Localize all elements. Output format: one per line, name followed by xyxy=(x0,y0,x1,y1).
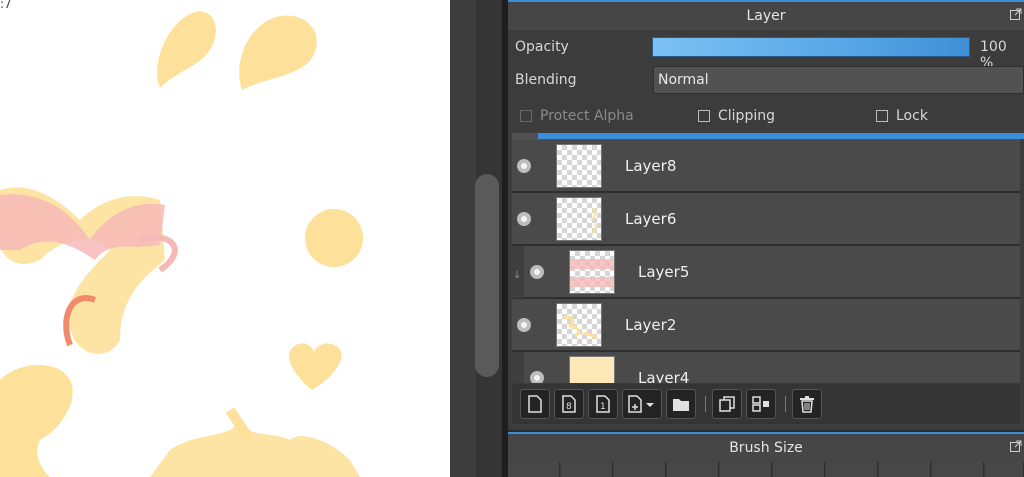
blending-select[interactable]: Normal xyxy=(653,66,1024,94)
brush-size-cell[interactable] xyxy=(667,462,719,477)
merge-down-icon xyxy=(752,396,769,412)
lock-label: Lock xyxy=(896,108,928,124)
layer-row[interactable]: Layer4 xyxy=(512,352,1020,383)
artwork: :7 xyxy=(0,0,363,477)
toolbar-separator xyxy=(705,396,706,412)
brush-size-cell[interactable] xyxy=(773,462,825,477)
new-1bit-layer-button[interactable]: 1 xyxy=(588,389,618,419)
layer-thumbnail xyxy=(556,144,602,188)
popout-icon[interactable] xyxy=(1010,440,1022,452)
clip-indicator xyxy=(512,352,524,383)
thumbnail-art xyxy=(562,315,598,338)
brush-panel-header: Brush Size xyxy=(508,432,1024,462)
brush-size-cell[interactable] xyxy=(720,462,772,477)
layer-name: Layer4 xyxy=(638,369,690,383)
visibility-icon[interactable] xyxy=(517,212,531,226)
brush-size-cell[interactable] xyxy=(614,462,666,477)
thumbnail-art xyxy=(590,207,597,235)
layer-name: Layer2 xyxy=(625,316,677,334)
new-layer-button[interactable] xyxy=(520,389,550,419)
layer-name: Layer5 xyxy=(638,263,690,281)
protect-alpha-label: Protect Alpha xyxy=(540,108,634,124)
new-8bit-layer-icon: 8 xyxy=(562,395,576,413)
layer-thumbnail xyxy=(556,197,602,241)
brush-panel-title: Brush Size xyxy=(729,440,803,456)
clipping-checkbox[interactable]: Clipping xyxy=(698,108,775,124)
layer-panel-title: Layer xyxy=(746,8,786,24)
brush-size-panel: Brush Size xyxy=(508,432,1024,477)
svg-text:8: 8 xyxy=(566,402,572,412)
blending-label: Blending xyxy=(515,72,577,88)
layer-row[interactable]: Layer2 xyxy=(512,299,1020,351)
layer-list-header xyxy=(512,133,1024,140)
visibility-icon[interactable] xyxy=(517,318,531,332)
new-folder-icon xyxy=(673,399,689,411)
clipping-label: Clipping xyxy=(718,108,775,124)
merge-down-button[interactable] xyxy=(746,389,776,419)
delete-layer-button[interactable] xyxy=(792,389,822,419)
clip-arrow-icon: ↓ xyxy=(513,270,522,281)
duplicate-layer-button[interactable] xyxy=(712,389,742,419)
delete-layer-icon xyxy=(800,396,814,413)
layer-thumbnail xyxy=(569,250,615,294)
new-1bit-layer-icon: 1 xyxy=(596,395,610,413)
brush-size-cell[interactable] xyxy=(826,462,878,477)
checkbox-box xyxy=(520,110,532,122)
duplicate-layer-icon xyxy=(719,396,735,412)
clip-indicator: ↓ xyxy=(512,246,524,298)
visibility-icon[interactable] xyxy=(517,159,531,173)
scrollbar-thumb[interactable] xyxy=(475,174,499,377)
brush-size-cell[interactable] xyxy=(561,462,613,477)
visibility-icon[interactable] xyxy=(530,371,544,383)
new-8bit-layer-button[interactable]: 8 xyxy=(554,389,584,419)
new-folder-button[interactable] xyxy=(666,389,696,419)
brush-size-cell[interactable] xyxy=(932,462,984,477)
selection-bar xyxy=(538,133,1024,139)
layer-row[interactable]: Layer6 xyxy=(512,193,1020,245)
add-layer-dropdown-button[interactable] xyxy=(622,389,662,419)
layer-panel-header: Layer xyxy=(508,0,1024,30)
layer-panel: Layer Opacity 100 % Blending Normal Prot… xyxy=(508,0,1024,430)
checkbox-box xyxy=(876,110,888,122)
protect-alpha-checkbox[interactable]: Protect Alpha xyxy=(520,108,634,124)
layer-row[interactable]: ↓ Layer5 xyxy=(512,246,1020,298)
brush-size-cell[interactable] xyxy=(879,462,931,477)
opacity-label: Opacity xyxy=(515,39,569,55)
svg-text:1: 1 xyxy=(600,402,606,412)
layer-toolbar: 8 1 xyxy=(512,384,1020,424)
checkbox-box xyxy=(698,110,710,122)
layer-thumbnail xyxy=(569,356,615,383)
toolbar-separator xyxy=(785,396,786,412)
layer-name: Layer6 xyxy=(625,210,677,228)
brush-size-cell[interactable] xyxy=(508,462,560,477)
add-layer-dropdown-icon xyxy=(628,395,654,413)
visibility-icon[interactable] xyxy=(530,265,544,279)
opacity-slider[interactable] xyxy=(652,37,970,57)
layer-list[interactable]: Layer8 Layer6 ↓ Layer5 Layer2 Layer4 xyxy=(512,140,1020,383)
layer-name: Layer8 xyxy=(625,157,677,175)
new-layer-icon xyxy=(528,395,542,413)
canvas-divider xyxy=(450,0,476,477)
svg-text::7: :7 xyxy=(0,0,12,11)
layer-row[interactable]: Layer8 xyxy=(512,140,1020,192)
layer-thumbnail xyxy=(556,303,602,347)
drawing-canvas[interactable]: :7 xyxy=(0,0,450,477)
popout-icon[interactable] xyxy=(1010,8,1022,20)
lock-checkbox[interactable]: Lock xyxy=(876,108,928,124)
thumbnail-art xyxy=(570,259,614,287)
brush-size-cell[interactable] xyxy=(985,462,1024,477)
